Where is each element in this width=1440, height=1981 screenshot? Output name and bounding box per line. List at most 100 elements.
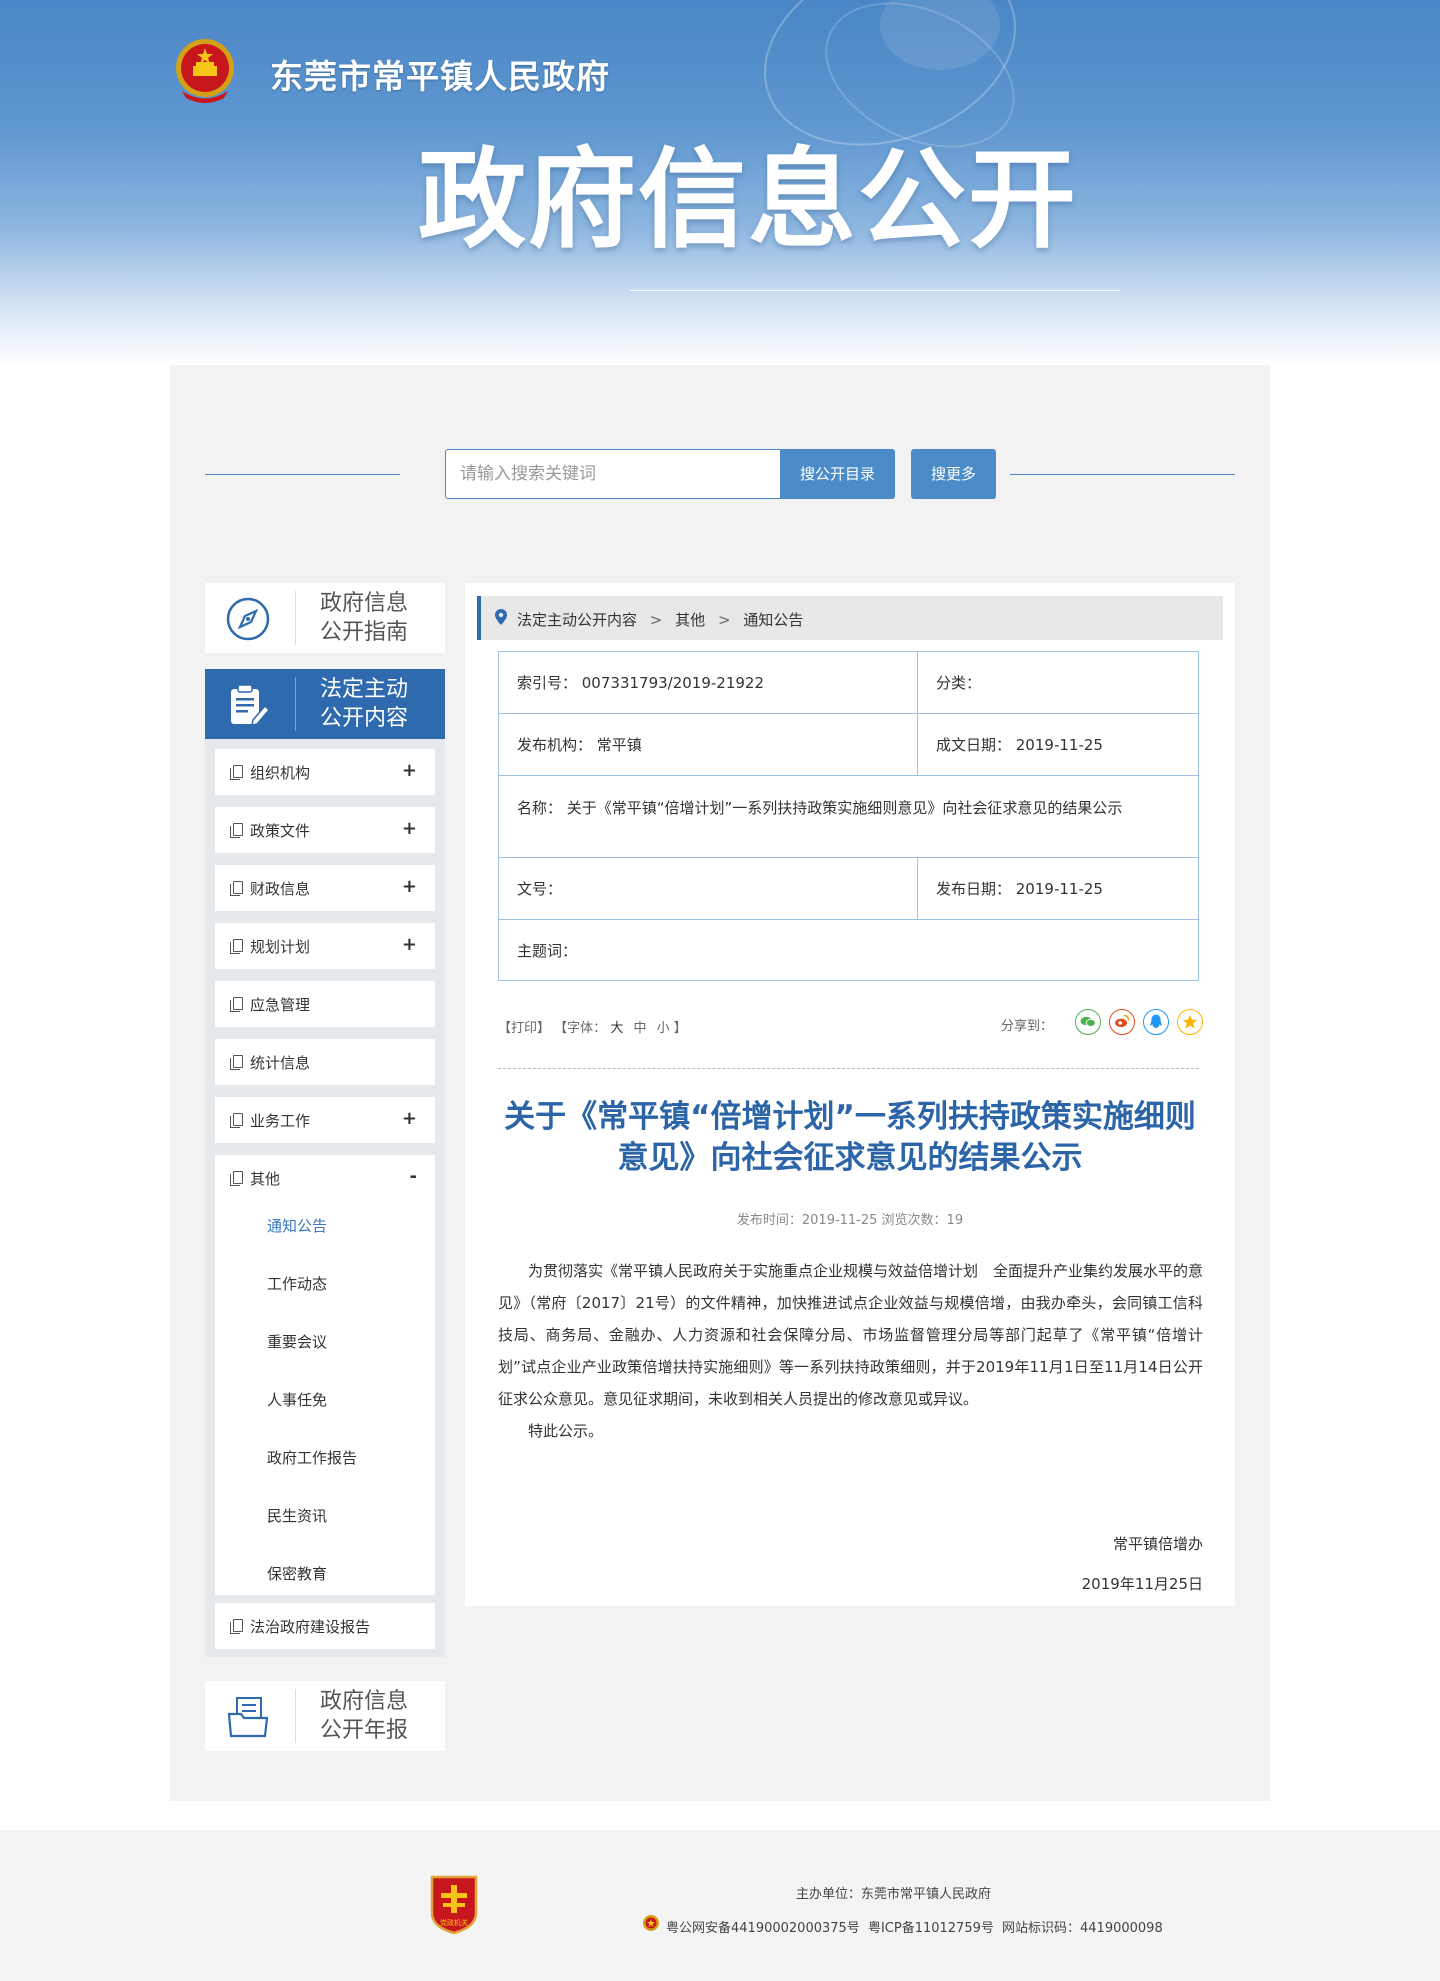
search-catalog-button[interactable]: 搜公开目录 [780,449,895,499]
sidebar-item-label: 其他 [250,1170,281,1188]
statutory-line: 法定主动 [320,677,409,702]
meta-name: 名称： 关于《常平镇“倍增计划”一系列扶持政策实施细则意见》向社会征求意见的结果… [517,799,1123,817]
footer-site-code: 网站标识码：4419000098 [1002,1921,1163,1936]
document-icon [230,881,243,896]
sidebar-statutory[interactable]: 法定主动 公开内容 [205,669,445,739]
font-size-close: 】 [673,1021,687,1036]
sidebar-leaf-personnel[interactable]: 人事任免 [267,1389,327,1410]
main-panel: 搜公开目录 搜更多 政府信息 公开指南 [170,365,1270,1801]
meta-index-no: 索引号： 007331793/2019-21922 [517,674,765,692]
meta-written-date: 成文日期： 2019-11-25 [917,714,1200,775]
expand-icon[interactable]: + [402,876,417,897]
compass-icon [226,597,270,641]
sidebar-leaf-work-news[interactable]: 工作动态 [267,1273,327,1294]
sidebar-annual-report[interactable]: 政府信息 公开年报 [205,1681,445,1751]
sidebar-leaf-secrecy[interactable]: 保密教育 [267,1563,327,1584]
font-size-label: 【字体： [554,1021,607,1036]
document-meta-table: 索引号： 007331793/2019-21922 分类： 发布机构： 常平镇 … [498,651,1199,981]
sidebar-item-policy[interactable]: 政策文件 + [215,807,435,853]
sidebar-leaf-notice[interactable]: 通知公告 [267,1215,327,1236]
search-input[interactable] [445,449,781,499]
article-tools: 【打印】 【字体： 大 中 小 】 [498,1017,687,1036]
font-medium-button[interactable]: 中 [633,1021,646,1036]
guide-line: 政府信息 [320,591,409,616]
expand-icon[interactable]: + [402,818,417,839]
meta-publisher: 发布机构： 常平镇 [517,736,642,754]
divider [205,474,400,475]
document-icon [230,765,243,780]
share-label: 分享到： [1001,1019,1054,1034]
sidebar-item-label: 政策文件 [250,822,311,840]
sidebar-item-label: 法治政府建设报告 [250,1618,371,1636]
annual-line: 政府信息 [320,1689,409,1714]
meta-publish-date: 发布日期： 2019-11-25 [917,858,1200,919]
meta-row: 索引号： 007331793/2019-21922 分类： [499,652,1198,714]
breadcrumb-other[interactable]: 其他 [675,611,705,629]
meta-row: 文号： 发布日期： 2019-11-25 [499,858,1198,920]
font-small-button[interactable]: 小 [657,1021,670,1036]
article-body: 为贯彻落实《常平镇人民政府关于实施重点企业规模与效益倍增计划 全面提升产业集约发… [498,1255,1203,1447]
svg-text:党政机关: 党政机关 [440,1918,468,1927]
sidebar-leaf-work-report[interactable]: 政府工作报告 [267,1447,357,1468]
folder-document-icon [227,1697,269,1738]
article-signer: 常平镇倍增办 [1112,1535,1203,1553]
divider [1010,474,1235,475]
guide-line: 公开指南 [320,620,409,645]
sidebar-guide-label: 政府信息 公开指南 [320,589,408,647]
divider [630,290,1120,291]
article-title: 关于《常平镇“倍增计划”一系列扶持政策实施细则意见》向社会征求意见的结果公示 [504,1099,1196,1176]
sidebar-item-emergency[interactable]: 应急管理 [215,981,435,1027]
sidebar-leaf-meetings[interactable]: 重要会议 [267,1331,327,1352]
footer-police-record[interactable]: 粤公网安备44190002000375号 [666,1921,860,1936]
article-paragraph: 为贯彻落实《常平镇人民政府关于实施重点企业规模与效益倍增计划 全面提升产业集约发… [498,1262,1204,1408]
sidebar-item-other: 其他 - 通知公告 工作动态 重要会议 人事任免 政府工作报告 民生资讯 保密教… [215,1155,435,1595]
site-name: 东莞市常平镇人民政府 [270,57,610,96]
sidebar-item-label: 财政信息 [250,880,311,898]
breadcrumb-separator: > [717,611,731,629]
content-card: 法定主动公开内容 > 其他 > 通知公告 索引号： 007331793/2019… [465,583,1235,1606]
qq-share-icon[interactable] [1143,1009,1169,1035]
document-icon [230,939,243,954]
favorite-star-icon[interactable] [1177,1009,1203,1035]
search-more-button[interactable]: 搜更多 [911,449,996,499]
page-title: 政府信息公开 [418,138,1079,263]
sidebar-item-label: 统计信息 [250,1054,311,1072]
sidebar-item-statistics[interactable]: 统计信息 [215,1039,435,1085]
breadcrumb-notice[interactable]: 通知公告 [743,611,803,629]
sidebar-annual-label: 政府信息 公开年报 [320,1687,408,1745]
annual-line: 公开年报 [320,1718,409,1743]
footer-icp[interactable]: 粤ICP备11012759号 [868,1921,994,1936]
party-government-logo[interactable]: 党政机关 [428,1873,480,1935]
weibo-share-icon[interactable] [1109,1009,1135,1035]
meta-doc-no: 文号： [517,880,563,898]
divider [498,1068,1199,1069]
breadcrumb: 法定主动公开内容 > 其他 > 通知公告 [477,596,1223,640]
breadcrumb-statutory[interactable]: 法定主动公开内容 [517,611,637,629]
document-icon [230,1113,243,1128]
breadcrumb-separator: > [649,611,663,629]
sidebar-guide[interactable]: 政府信息 公开指南 [205,583,445,653]
meta-row: 名称： 关于《常平镇“倍增计划”一系列扶持政策实施细则意见》向社会征求意见的结果… [499,776,1198,858]
sidebar-item-label: 应急管理 [250,996,311,1014]
expand-icon[interactable]: + [402,934,417,955]
meta-keywords: 主题词： [517,942,578,960]
location-pin-icon [495,609,507,625]
sidebar-item-label: 组织机构 [250,764,311,782]
sidebar-item-finance[interactable]: 财政信息 + [215,865,435,911]
font-large-button[interactable]: 大 [610,1021,623,1036]
sidebar-item-org[interactable]: 组织机构 + [215,749,435,795]
collapse-icon[interactable]: - [410,1166,417,1187]
submenu: 组织机构 + 政策文件 + 财政信息 + 规划计划 + 应急管理 统计信息 业务… [205,739,445,1657]
meta-row: 发布机构： 常平镇 成文日期： 2019-11-25 [499,714,1198,776]
footer: 党政机关 主办单位：东莞市常平镇人民政府 粤公网安备44190002000375… [0,1830,1440,1981]
expand-icon[interactable]: + [402,1108,417,1129]
sidebar-item-label: 规划计划 [250,938,311,956]
print-button[interactable]: 【打印】 [498,1021,550,1036]
sidebar-item-rule-of-law[interactable]: 法治政府建设报告 [215,1603,435,1649]
wechat-share-icon[interactable] [1075,1009,1101,1035]
expand-icon[interactable]: + [402,760,417,781]
sidebar-item-planning[interactable]: 规划计划 + [215,923,435,969]
sidebar-item-other-header[interactable]: 其他 - [215,1155,435,1201]
sidebar-item-business[interactable]: 业务工作 + [215,1097,435,1143]
sidebar-leaf-livelihood[interactable]: 民生资讯 [267,1505,327,1526]
